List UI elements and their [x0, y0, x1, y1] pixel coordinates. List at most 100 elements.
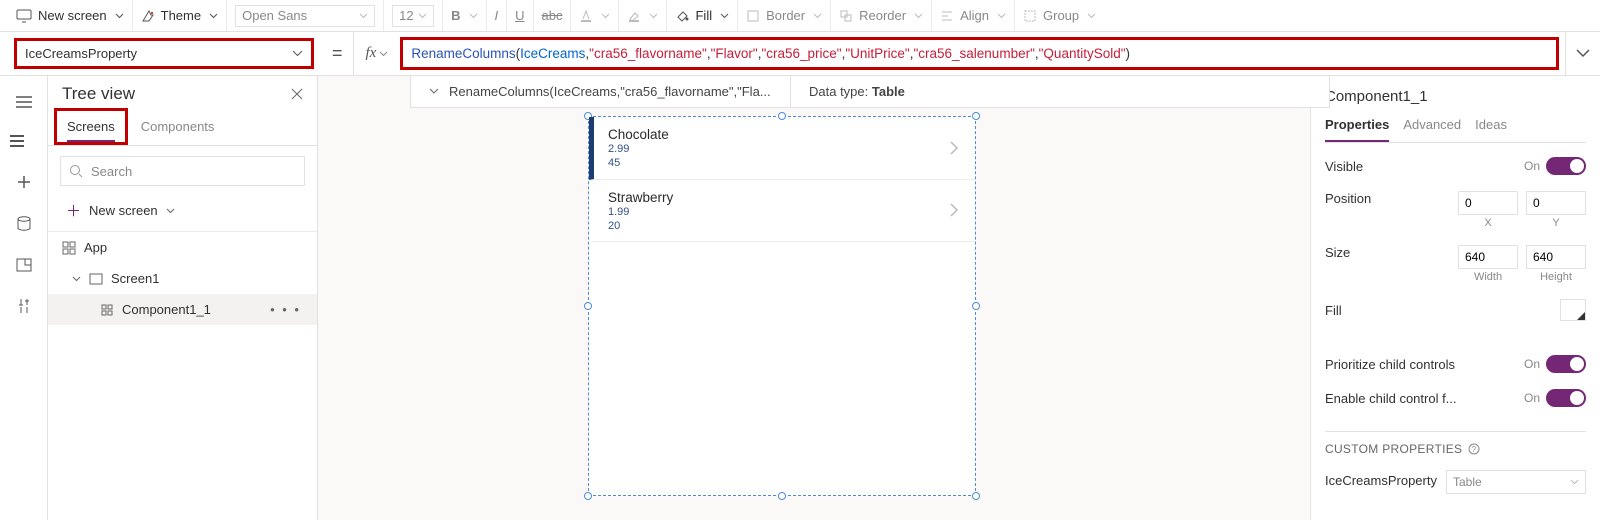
- chevron-down-icon: [601, 13, 610, 19]
- chevron-down-icon: [469, 13, 478, 19]
- tab-ideas[interactable]: Ideas: [1475, 111, 1507, 142]
- bold-button[interactable]: B: [451, 0, 477, 31]
- formula-summary-cell[interactable]: RenameColumns(IceCreams,"cra56_flavornam…: [411, 76, 791, 107]
- gallery-item[interactable]: Strawberry 1.99 20: [589, 180, 975, 243]
- formula-row: IceCreamsProperty = fx RenameColumns(Ice…: [0, 32, 1600, 76]
- chevron-down-icon: [997, 13, 1006, 19]
- chevron-down-icon: [292, 50, 303, 57]
- tab-advanced[interactable]: Advanced: [1403, 111, 1461, 142]
- fx-button[interactable]: fx: [353, 32, 401, 75]
- font-family-select[interactable]: Open Sans: [235, 5, 375, 27]
- eccf-toggle[interactable]: [1546, 389, 1586, 407]
- resize-handle[interactable]: [778, 492, 786, 500]
- chevron-down-icon: [649, 13, 658, 19]
- tree-panel: Tree view Screens Components Search ＋ Ne…: [48, 76, 318, 520]
- fx-icon: fx: [366, 45, 377, 62]
- italic-button[interactable]: I: [495, 0, 499, 31]
- search-icon: [69, 164, 83, 178]
- properties-tabs: Properties Advanced Ideas: [1325, 111, 1586, 143]
- tree-item-screen1[interactable]: Screen1: [48, 263, 317, 294]
- chevron-down-icon: [1570, 479, 1579, 485]
- new-screen-button[interactable]: New screen: [16, 0, 124, 31]
- align-label: Align: [960, 8, 989, 23]
- reorder-button[interactable]: Reorder: [839, 0, 923, 31]
- formula-datatype-cell: Data type: Table: [791, 76, 1329, 107]
- pcc-toggle[interactable]: [1546, 355, 1586, 373]
- tab-properties[interactable]: Properties: [1325, 111, 1389, 142]
- component-icon: [100, 303, 114, 317]
- custom-prop-name: IceCreamsProperty: [1325, 473, 1437, 488]
- position-x-input[interactable]: [1458, 191, 1518, 215]
- group-label: Group: [1043, 8, 1079, 23]
- tree-item-label: App: [84, 240, 107, 255]
- resize-handle[interactable]: [972, 492, 980, 500]
- canvas[interactable]: Chocolate 2.99 45 Strawberry 1.99 20: [318, 76, 1310, 520]
- data-rail-button[interactable]: [17, 216, 31, 232]
- custom-prop-type-select[interactable]: Table: [1446, 470, 1586, 494]
- insert-rail-button[interactable]: [16, 174, 32, 190]
- highlight-button[interactable]: [627, 0, 658, 31]
- app-icon: [62, 241, 76, 255]
- tab-screens[interactable]: Screens: [54, 108, 128, 145]
- expand-formula-button[interactable]: [1565, 32, 1600, 75]
- close-icon[interactable]: [291, 88, 303, 100]
- fill-color-button[interactable]: [1560, 299, 1586, 321]
- size-h-input[interactable]: [1526, 245, 1586, 269]
- align-button[interactable]: Align: [940, 0, 1006, 31]
- chevron-down-icon: [1576, 49, 1590, 58]
- svg-text:?: ?: [1472, 445, 1477, 454]
- gallery-item-qty: 45: [608, 156, 961, 170]
- top-toolbar: New screen Theme Open Sans 12 B I U abc: [0, 0, 1600, 32]
- properties-panel: Component1_1 Properties Advanced Ideas V…: [1310, 76, 1600, 520]
- pcc-label: Prioritize child controls: [1325, 357, 1455, 372]
- tree-item-app[interactable]: App: [48, 232, 317, 263]
- theme-icon: [141, 9, 155, 23]
- chevron-right-icon: [950, 141, 959, 155]
- chevron-down-icon: [429, 88, 439, 95]
- position-y-input[interactable]: [1526, 191, 1586, 215]
- font-color-button[interactable]: [579, 0, 610, 31]
- more-icon[interactable]: • • •: [270, 302, 309, 317]
- fill-button[interactable]: Fill: [675, 0, 729, 31]
- tree-view-rail-button[interactable]: [0, 134, 36, 148]
- border-label: Border: [766, 8, 805, 23]
- info-icon[interactable]: ?: [1468, 443, 1480, 455]
- gallery-item-title: Strawberry: [608, 190, 961, 205]
- gallery-item-price: 1.99: [608, 205, 961, 219]
- fill-label: Fill: [1325, 303, 1342, 318]
- border-button[interactable]: Border: [746, 0, 822, 31]
- chevron-down-icon: [209, 13, 218, 19]
- theme-button[interactable]: Theme: [141, 0, 218, 31]
- tree-title: Tree view: [62, 84, 135, 104]
- theme-label: Theme: [161, 8, 201, 23]
- chevron-down-icon: [813, 13, 822, 19]
- resize-handle[interactable]: [972, 302, 980, 310]
- tools-rail-button[interactable]: [17, 298, 31, 314]
- chevron-right-icon: [950, 203, 959, 217]
- group-button[interactable]: Group: [1023, 0, 1096, 31]
- selected-component[interactable]: Chocolate 2.99 45 Strawberry 1.99 20: [588, 116, 976, 496]
- underline-button[interactable]: U: [515, 0, 524, 31]
- eccf-label: Enable child control f...: [1325, 391, 1457, 406]
- strike-button[interactable]: abc: [542, 0, 563, 31]
- resize-handle[interactable]: [584, 302, 592, 310]
- resize-handle[interactable]: [584, 492, 592, 500]
- size-w-input[interactable]: [1458, 245, 1518, 269]
- tree-search-placeholder: Search: [91, 164, 132, 179]
- visible-toggle[interactable]: [1546, 157, 1586, 175]
- formula-datatype-label: Data type: Table: [809, 84, 905, 99]
- tree-search[interactable]: Search: [60, 156, 305, 186]
- font-size-select[interactable]: 12: [392, 5, 434, 27]
- reorder-label: Reorder: [859, 8, 906, 23]
- tree-item-component1[interactable]: Component1_1 • • •: [48, 294, 317, 325]
- new-screen-tree-button[interactable]: ＋ New screen: [48, 196, 317, 231]
- pcc-state: On: [1524, 357, 1540, 371]
- hamburger-button[interactable]: [16, 96, 32, 108]
- formula-bar[interactable]: RenameColumns(IceCreams,"cra56_flavornam…: [400, 37, 1559, 70]
- gallery-item[interactable]: Chocolate 2.99 45: [589, 117, 975, 180]
- tab-components[interactable]: Components: [128, 108, 228, 145]
- media-rail-button[interactable]: [16, 258, 32, 272]
- property-selector[interactable]: IceCreamsProperty: [14, 38, 314, 69]
- tree-item-label: Component1_1: [122, 302, 211, 317]
- new-screen-label: New screen: [38, 8, 107, 23]
